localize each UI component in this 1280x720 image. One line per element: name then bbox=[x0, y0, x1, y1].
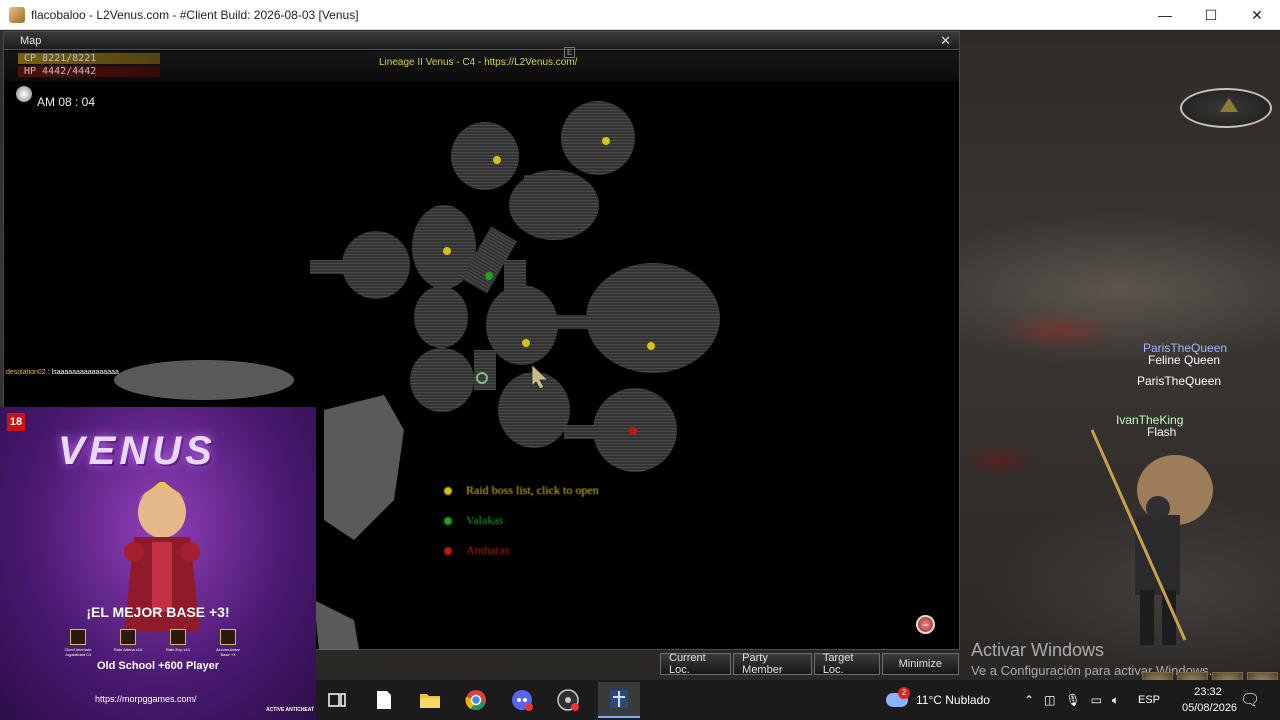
ad-banner[interactable]: 18 VENUS ¡EL MEJOR BASE +3! Client Inter… bbox=[0, 407, 316, 720]
ad-subline: Old School +600 Player bbox=[97, 660, 219, 672]
raid-boss-marker[interactable] bbox=[443, 247, 451, 255]
weather-text: 11°C Nublado bbox=[916, 693, 990, 707]
cp-bar: CP 8221/8221 bbox=[18, 53, 160, 64]
watermark-title: Activar Windows bbox=[971, 640, 1105, 660]
meet-icon[interactable]: ◫ bbox=[1044, 693, 1055, 707]
player-title: Feline Queen bbox=[1148, 353, 1221, 367]
feature-icon bbox=[220, 629, 236, 645]
maximize-button[interactable]: ☐ bbox=[1188, 0, 1234, 30]
character-sprite[interactable] bbox=[1090, 420, 1230, 650]
map-close-icon[interactable]: ✕ bbox=[940, 33, 951, 49]
microphone-icon[interactable]: 🎙︎ bbox=[1065, 693, 1080, 707]
chat-line: desolation02 : lsaaaaaaaaaaaaaaaa bbox=[6, 369, 119, 376]
feature-badge: Rate Exp x10 bbox=[162, 629, 194, 657]
zoom-out-icon[interactable]: − bbox=[916, 615, 935, 634]
chat-message: : lsaaaaaaaaaaaaaaaa bbox=[45, 369, 119, 376]
minimize-map-button[interactable]: Minimize bbox=[881, 653, 959, 675]
speaker-icon[interactable]: 🔈︎ bbox=[1112, 693, 1119, 708]
hp-bar: HP 4442/4442 bbox=[18, 66, 160, 77]
chat-sender[interactable]: desolation02 bbox=[6, 369, 46, 376]
task-view-icon[interactable] bbox=[324, 687, 350, 713]
folder-icon[interactable] bbox=[417, 687, 443, 713]
clock-date: 05/08/2026 bbox=[1182, 702, 1238, 714]
raid-boss-marker[interactable] bbox=[602, 137, 610, 145]
current-location-button[interactable]: Current Loc. bbox=[660, 652, 732, 676]
clock-time: 23:32 bbox=[1194, 686, 1222, 698]
ad-headline: ¡EL MEJOR BASE +3! bbox=[86, 604, 230, 620]
obs-icon[interactable] bbox=[555, 687, 581, 713]
legend-label: Valakas bbox=[466, 513, 504, 527]
legend-item: Valakas bbox=[444, 513, 503, 528]
app-icon bbox=[9, 6, 25, 23]
legend-dot bbox=[444, 516, 452, 525]
close-button[interactable]: ✕ bbox=[1234, 0, 1280, 30]
target-location-button[interactable]: Target Loc. bbox=[813, 652, 880, 676]
window-title-bar: flacobaloo - L2Venus.com - #Client Build… bbox=[0, 0, 1280, 30]
venus-logo: VENUS bbox=[58, 429, 216, 473]
feature-label: Accumulative Base +3 bbox=[216, 647, 240, 657]
anticheat-badge: ACTIVE ANTICHEAT bbox=[266, 707, 315, 713]
map-title-bar[interactable]: Map ✕ bbox=[4, 32, 959, 50]
lineage-app-icon[interactable] bbox=[598, 682, 640, 718]
window-title: flacobaloo - L2Venus.com - #Client Build… bbox=[31, 7, 359, 22]
network-icon[interactable]: ▭ bbox=[1091, 693, 1102, 707]
feature-icon bbox=[70, 629, 86, 645]
feature-label: Client Interlude Jugabilidad C4 bbox=[64, 647, 92, 657]
weather-widget[interactable]: 2 11°C Nublado bbox=[886, 680, 990, 720]
feature-label: Rate Adena x10 bbox=[113, 647, 143, 652]
feature-label: Rate Exp x10 bbox=[165, 647, 190, 652]
feature-icon bbox=[170, 629, 186, 645]
legend-label: Antharas bbox=[466, 543, 510, 557]
system-tray: ⌃ ◫ 🎙︎ ▭ 🔈︎ bbox=[1024, 680, 1119, 720]
discord-icon[interactable] bbox=[509, 687, 535, 713]
feature-badge: Accumulative Base +3 bbox=[212, 629, 244, 657]
cloud-icon: 2 bbox=[886, 687, 910, 707]
file-icon[interactable] bbox=[371, 687, 397, 713]
valakas-marker[interactable] bbox=[485, 272, 493, 280]
age-rating-badge: 18 bbox=[7, 413, 25, 431]
ad-feature-list: Client Interlude Jugabilidad C4 Rate Ade… bbox=[62, 629, 244, 657]
feature-icon bbox=[120, 629, 136, 645]
legend-label: Raid boss list, click to open bbox=[466, 483, 599, 497]
legend-dot bbox=[444, 546, 452, 555]
legend-item: Raid boss list, click to open bbox=[444, 483, 599, 498]
map-button-row: Current Loc. Party Member Target Loc. Mi… bbox=[660, 652, 959, 676]
minimize-button[interactable]: — bbox=[1142, 0, 1188, 30]
antharas-marker[interactable] bbox=[629, 427, 637, 435]
legend-dot bbox=[444, 486, 452, 495]
notification-icon[interactable]: 🗨︎ bbox=[1240, 680, 1260, 720]
party-member-button[interactable]: Party Member bbox=[733, 652, 812, 676]
ad-url-link[interactable]: https://morpggames.com/ bbox=[95, 694, 197, 704]
feature-badge: Rate Adena x10 bbox=[112, 629, 144, 657]
weather-alert-badge: 2 bbox=[898, 687, 910, 699]
raid-boss-marker[interactable] bbox=[493, 156, 501, 164]
taskbar: 2 11°C Nublado ⌃ ◫ 🎙︎ ▭ 🔈︎ ESP 23:32 05/… bbox=[316, 680, 1280, 720]
chrome-icon[interactable] bbox=[463, 687, 489, 713]
raid-boss-marker[interactable] bbox=[647, 342, 655, 350]
legend-item: Antharas bbox=[444, 543, 509, 558]
server-banner: Lineage II Venus - C4 - https://L2Venus.… bbox=[379, 57, 578, 68]
chevron-up-icon[interactable]: ⌃ bbox=[1024, 693, 1034, 707]
feature-badge: Client Interlude Jugabilidad C4 bbox=[62, 629, 94, 657]
map-title: Map bbox=[20, 35, 42, 47]
raid-boss-marker[interactable] bbox=[522, 339, 530, 347]
language-indicator[interactable]: ESP bbox=[1138, 680, 1160, 720]
taskbar-clock[interactable]: 23:32 05/08/2026 bbox=[1182, 684, 1238, 716]
screen: flacobaloo - L2Venus.com - #Client Build… bbox=[0, 0, 1280, 720]
radar-ring[interactable] bbox=[1180, 88, 1272, 128]
radar-arrow-icon bbox=[1220, 98, 1238, 112]
player-name[interactable]: ParisTheQueen bbox=[1137, 374, 1221, 388]
